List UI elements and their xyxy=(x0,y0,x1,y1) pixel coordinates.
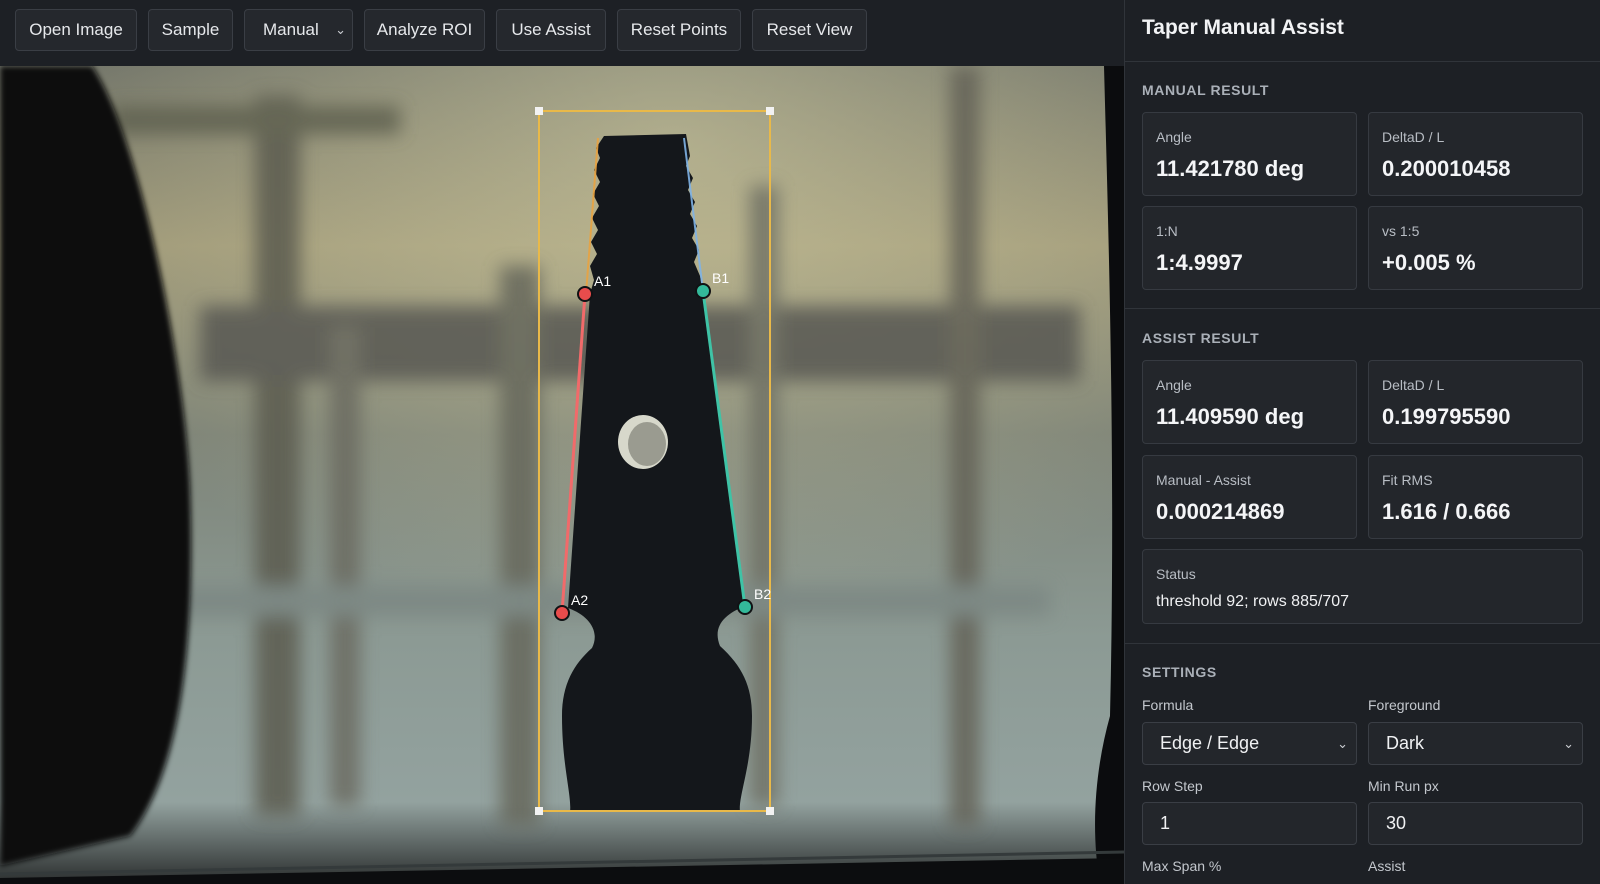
manual-assist-diff-card: Manual - Assist 0.000214869 xyxy=(1142,455,1357,539)
formula-select-value: Edge / Edge xyxy=(1160,733,1260,753)
use-assist-button[interactable]: Use Assist xyxy=(496,9,606,51)
assist-deltad-value: 0.199795590 xyxy=(1382,404,1511,429)
divider xyxy=(1125,61,1600,62)
reset-view-button[interactable]: Reset View xyxy=(752,9,867,51)
chevron-down-icon: ⌄ xyxy=(1563,736,1574,751)
manual-vs-value: +0.005 % xyxy=(1382,250,1476,275)
manual-deltad-label: DeltaD / L xyxy=(1382,129,1445,145)
status-label: Status xyxy=(1156,566,1196,582)
divider xyxy=(1125,643,1600,644)
reset-points-button[interactable]: Reset Points xyxy=(617,9,741,51)
assist-angle-value: 11.409590 deg xyxy=(1156,404,1305,429)
status-value: threshold 92; rows 885/707 xyxy=(1156,593,1350,610)
app-window: Open Image Sample Manual ⌄ Analyze ROI U… xyxy=(0,0,1600,884)
manual-angle-card: Angle 11.421780 deg xyxy=(1142,112,1357,196)
chevron-down-icon: ⌄ xyxy=(1337,736,1348,751)
sample-button[interactable]: Sample xyxy=(148,9,233,51)
row-step-input[interactable]: 1 xyxy=(1142,802,1357,845)
fit-rms-label: Fit RMS xyxy=(1382,472,1433,488)
side-panel: Taper Manual Assist MANUAL RESULT Angle … xyxy=(1124,0,1600,884)
manual-angle-value: 11.421780 deg xyxy=(1156,156,1305,181)
divider xyxy=(1125,308,1600,309)
point-label-a2: A2 xyxy=(571,592,588,608)
manual-result-heading: MANUAL RESULT xyxy=(1142,82,1270,98)
manual-assist-diff-label: Manual - Assist xyxy=(1156,472,1251,488)
formula-label: Formula xyxy=(1142,697,1194,713)
photo-view: A1 A2 B1 B2 xyxy=(0,66,1124,884)
min-run-input[interactable]: 30 xyxy=(1368,802,1583,845)
assist-angle-card: Angle 11.409590 deg xyxy=(1142,360,1357,444)
fit-rms-value: 1.616 / 0.666 xyxy=(1382,499,1511,524)
manual-ratio-label: 1:N xyxy=(1156,223,1178,239)
manual-ratio-card: 1:N 1:4.9997 xyxy=(1142,206,1357,290)
point-label-b2: B2 xyxy=(754,586,771,602)
row-step-label: Row Step xyxy=(1142,778,1203,794)
image-canvas[interactable]: A1 A2 B1 B2 xyxy=(0,66,1124,884)
assist-angle-label: Angle xyxy=(1156,377,1192,393)
panel-title: Taper Manual Assist xyxy=(1142,16,1344,39)
assist-label: Assist xyxy=(1368,858,1406,874)
point-label-b1: B1 xyxy=(712,270,729,286)
min-run-label: Min Run px xyxy=(1368,778,1439,794)
foreground-select[interactable]: Dark ⌄ xyxy=(1368,722,1583,765)
formula-select[interactable]: Edge / Edge ⌄ xyxy=(1142,722,1357,765)
assist-result-heading: ASSIST RESULT xyxy=(1142,330,1260,346)
open-image-button[interactable]: Open Image xyxy=(15,9,137,51)
status-card: Status threshold 92; rows 885/707 xyxy=(1142,549,1583,624)
fit-rms-card: Fit RMS 1.616 / 0.666 xyxy=(1368,455,1583,539)
assist-deltad-card: DeltaD / L 0.199795590 xyxy=(1368,360,1583,444)
manual-assist-diff-value: 0.000214869 xyxy=(1156,499,1285,524)
point-b1 xyxy=(695,283,711,299)
foreground-label: Foreground xyxy=(1368,697,1441,713)
settings-heading: SETTINGS xyxy=(1142,664,1217,680)
assist-deltad-label: DeltaD / L xyxy=(1382,377,1445,393)
manual-deltad-value: 0.200010458 xyxy=(1382,156,1511,181)
point-b2 xyxy=(737,599,753,615)
max-span-label: Max Span % xyxy=(1142,858,1222,874)
mode-select[interactable]: Manual ⌄ xyxy=(244,9,353,51)
toolbar: Open Image Sample Manual ⌄ Analyze ROI U… xyxy=(0,0,1124,67)
point-a1 xyxy=(577,286,593,302)
point-label-a1: A1 xyxy=(594,273,611,289)
point-a2 xyxy=(554,605,570,621)
manual-vs-card: vs 1:5 +0.005 % xyxy=(1368,206,1583,290)
chevron-down-icon: ⌄ xyxy=(335,22,346,37)
mode-select-value: Manual xyxy=(263,20,319,39)
manual-ratio-value: 1:4.9997 xyxy=(1156,250,1243,275)
manual-angle-label: Angle xyxy=(1156,129,1192,145)
analyze-roi-button[interactable]: Analyze ROI xyxy=(364,9,485,51)
manual-deltad-card: DeltaD / L 0.200010458 xyxy=(1368,112,1583,196)
foreground-select-value: Dark xyxy=(1386,733,1425,753)
manual-vs-label: vs 1:5 xyxy=(1382,223,1420,239)
